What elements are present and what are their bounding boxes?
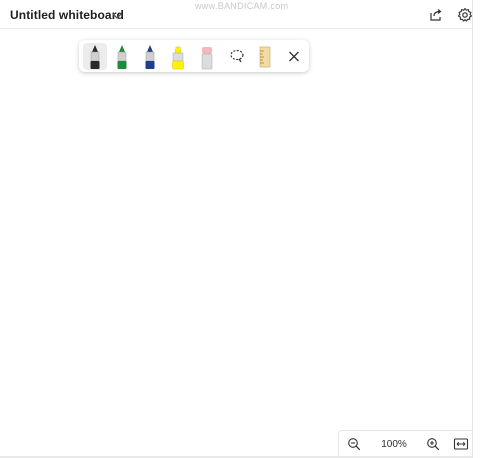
zoom-level[interactable]: 100% [379,439,409,450]
zoom-in-icon[interactable] [426,437,440,451]
window-right-edge [472,0,480,458]
green-pen-tool[interactable] [110,43,134,70]
zoom-controls: 100% [338,430,472,458]
black-pen-tool[interactable] [83,43,107,70]
whiteboard-canvas[interactable] [0,30,472,456]
zoom-out-icon[interactable] [347,437,361,451]
close-icon[interactable] [282,43,306,70]
inking-toolbar [79,40,309,72]
share-icon[interactable] [428,7,444,23]
eraser-tool[interactable] [195,43,219,70]
blue-pen-tool[interactable] [138,43,162,70]
lasso-icon[interactable] [225,43,249,70]
highlighter-tool[interactable] [166,43,190,70]
whiteboard-title[interactable]: Untitled whiteboard [10,8,124,22]
title-bar: Untitled whiteboard www.BANDICAM.com [0,0,473,29]
chevron-down-icon[interactable] [111,9,123,21]
gear-icon[interactable] [457,7,473,23]
ruler-icon[interactable] [253,43,277,70]
fit-to-screen-icon[interactable] [453,437,469,451]
bandicam-watermark: www.BANDICAM.com [195,1,289,11]
